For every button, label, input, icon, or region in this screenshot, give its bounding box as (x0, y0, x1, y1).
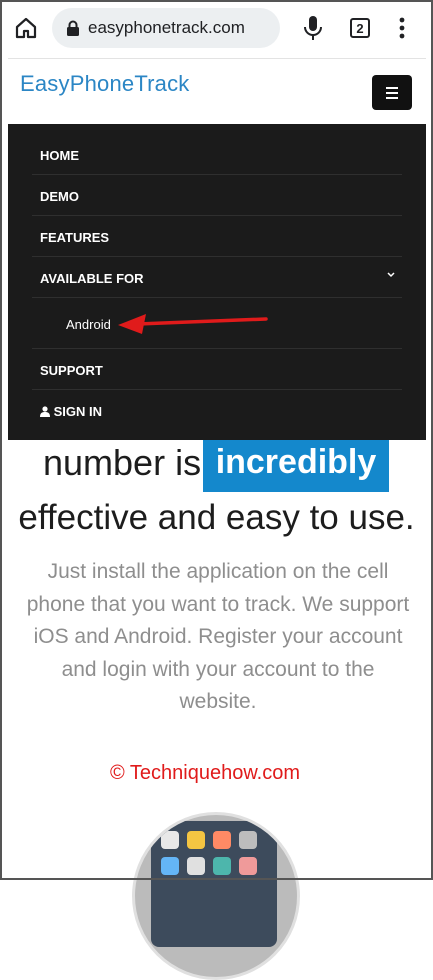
phone-image (132, 812, 300, 980)
more-options-icon[interactable] (394, 16, 410, 40)
phone-screen (151, 821, 277, 947)
menu-toggle-button[interactable] (372, 75, 412, 110)
nav-item-available-for[interactable]: AVAILABLE FOR (32, 258, 402, 298)
sign-in-label: SIGN IN (53, 404, 103, 419)
watermark-credit: © Techniquehow.com (109, 762, 301, 784)
nav-item-label: HOME (40, 148, 79, 163)
url-text: easyphonetrack.com (88, 18, 245, 37)
nav-item-label: DEMO (40, 189, 79, 204)
annotation-arrow (118, 314, 268, 334)
headline-text: number is (43, 442, 202, 483)
tab-count: 2 (356, 20, 364, 36)
nav-item-demo[interactable]: DEMO (32, 176, 402, 216)
home-icon (15, 17, 37, 39)
user-icon (40, 406, 50, 417)
nav-menu: HOME DEMO FEATURES AVAILABLE FOR Android… (8, 124, 426, 440)
nav-item-home[interactable]: HOME (32, 135, 402, 175)
nav-item-label-wrap: SIGN IN (40, 404, 102, 419)
browser-toolbar: easyphonetrack.com 2 (0, 0, 433, 58)
home-button[interactable] (10, 12, 42, 44)
nav-item-features[interactable]: FEATURES (32, 217, 402, 257)
site-logo[interactable]: EasyPhoneTrack (20, 71, 190, 97)
nav-item-label: AVAILABLE FOR (40, 271, 144, 286)
site-header: EasyPhoneTrack (8, 58, 426, 125)
address-bar[interactable]: easyphonetrack.com (52, 8, 280, 48)
headline-line-1: number is incredibly (0, 440, 433, 492)
description-paragraph: Just install the application on the cell… (26, 560, 410, 714)
nav-subitem-label: Android (66, 317, 111, 332)
microphone-icon[interactable] (300, 14, 326, 42)
nav-item-label: FEATURES (40, 230, 110, 245)
logo-text: EasyPhoneTrack (20, 71, 190, 96)
nav-item-support[interactable]: SUPPORT (32, 350, 402, 390)
hamburger-icon (386, 86, 398, 89)
headline-line-2: effective and easy to use. (18, 498, 415, 537)
nav-item-sign-in[interactable]: SIGN IN (32, 391, 402, 431)
lock-icon (67, 20, 79, 36)
headline-highlight: incredibly (203, 440, 389, 492)
tab-switcher-button[interactable]: 2 (350, 18, 370, 38)
nav-item-label: SUPPORT (40, 363, 103, 378)
chevron-down-icon (387, 272, 395, 278)
